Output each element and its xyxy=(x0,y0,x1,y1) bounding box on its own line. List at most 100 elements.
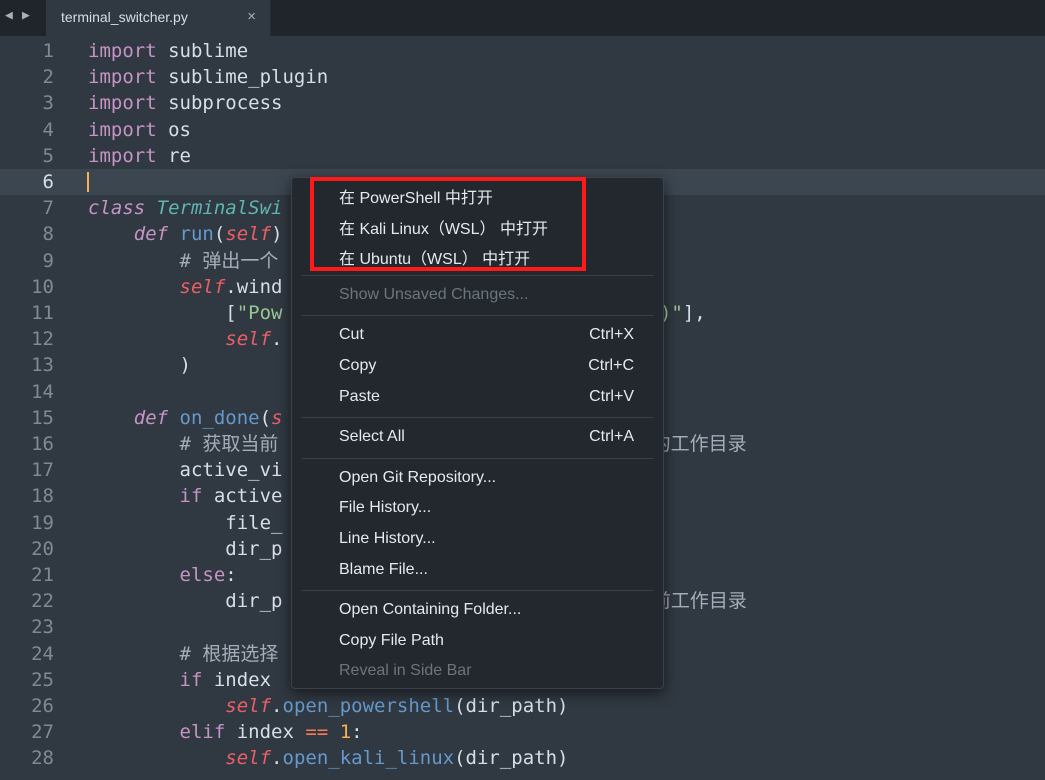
line-number: 6 xyxy=(42,171,54,193)
menu-item-select-all[interactable]: Select All Ctrl+A xyxy=(292,422,663,452)
code-token: self xyxy=(225,695,272,717)
code-token: class xyxy=(88,197,146,220)
tab-forward-icon[interactable]: ▶ xyxy=(22,8,30,24)
line-number: 3 xyxy=(42,92,54,115)
code-token: import xyxy=(88,92,157,115)
code-token: # 获取当前 xyxy=(179,433,279,455)
code-token: def xyxy=(133,223,169,246)
menu-item-paste[interactable]: Paste Ctrl+V xyxy=(292,382,663,412)
line-number: 22 xyxy=(31,590,54,613)
code-text: # 弹出一个 xyxy=(88,248,279,274)
close-icon[interactable]: × xyxy=(247,8,256,25)
code-line[interactable]: 1 import sublime xyxy=(0,38,1045,64)
code-line[interactable]: 28 self.open_kali_linux(dir_path) xyxy=(0,745,1045,771)
code-line[interactable]: 4 import os xyxy=(0,117,1045,143)
tab-back-icon[interactable]: ◀ xyxy=(5,8,13,24)
menu-item-file-history[interactable]: File History... xyxy=(292,493,663,523)
code-token: : xyxy=(351,721,363,744)
menu-item-label: Reveal in Side Bar xyxy=(339,662,472,680)
menu-item-copy-file-path[interactable]: Copy File Path xyxy=(292,626,663,656)
menu-item-open-containing-folder[interactable]: Open Containing Folder... xyxy=(292,595,663,625)
menu-separator xyxy=(302,590,653,592)
code-token: (dir_path) xyxy=(454,695,569,717)
code-token: import xyxy=(88,118,157,141)
line-number: 14 xyxy=(31,380,54,403)
code-token: dir_p xyxy=(88,590,283,613)
menu-item-show-unsaved-changes: Show Unsaved Changes... xyxy=(292,280,663,310)
line-number: 1 xyxy=(42,40,54,62)
menu-item-label: Copy xyxy=(339,357,377,374)
menu-item-shortcut: Ctrl+C xyxy=(588,357,634,374)
line-number: 23 xyxy=(31,616,54,639)
code-line[interactable]: 2 import sublime_plugin xyxy=(0,64,1045,90)
code-text: file_ xyxy=(88,510,282,536)
line-number: 17 xyxy=(31,459,54,482)
code-token: "Pow xyxy=(236,302,283,324)
text-cursor xyxy=(87,172,89,192)
code-token: (dir_path) xyxy=(454,747,569,770)
menu-item-copy[interactable]: Copy Ctrl+C xyxy=(292,351,663,381)
line-number: 11 xyxy=(31,302,54,324)
code-line[interactable]: 26 self.open_powershell(dir_path) xyxy=(0,693,1045,719)
code-token: self xyxy=(179,275,226,298)
code-token: self xyxy=(225,747,272,770)
code-text: self.wind xyxy=(88,274,283,300)
code-token: # 根据选择 xyxy=(179,642,279,665)
tab-terminal-switcher[interactable]: terminal_switcher.py × xyxy=(46,0,271,36)
line-number: 5 xyxy=(42,144,54,167)
line-number: 28 xyxy=(31,747,54,770)
line-number: 4 xyxy=(42,118,54,141)
menu-item-label: Cut xyxy=(339,326,364,344)
code-token: 1 xyxy=(339,721,352,744)
code-token: file_ xyxy=(88,511,283,534)
menu-item-cut[interactable]: Cut Ctrl+X xyxy=(292,320,663,350)
code-token: active xyxy=(202,485,283,508)
menu-item-blame-file[interactable]: Blame File... xyxy=(292,555,663,585)
code-token: os xyxy=(156,118,191,141)
menu-item-shortcut: Ctrl+V xyxy=(589,387,634,405)
code-token: ) xyxy=(88,354,191,377)
code-token: # 弹出一个 xyxy=(179,249,279,272)
code-text: # 根据选择 xyxy=(88,641,279,667)
code-text: self. xyxy=(88,326,282,352)
code-token: sublime_plugin xyxy=(156,66,329,89)
line-number: 24 xyxy=(31,642,54,665)
line-number: 18 xyxy=(31,485,54,508)
tab-title: terminal_switcher.py xyxy=(61,9,188,25)
code-line[interactable]: 5 import re xyxy=(0,143,1045,169)
code-text: def on_done(s xyxy=(88,405,283,431)
code-text: ) xyxy=(88,352,191,378)
line-number: 27 xyxy=(31,721,54,744)
code-token: : xyxy=(225,564,237,586)
code-token: ) xyxy=(271,223,283,246)
line-number: 15 xyxy=(31,406,54,429)
code-token: import xyxy=(88,66,157,89)
line-number: 13 xyxy=(31,354,54,377)
code-token: index xyxy=(202,668,272,691)
menu-item-label: Paste xyxy=(339,387,380,405)
code-line[interactable]: 27 elif index == 1: xyxy=(0,719,1045,745)
code-line[interactable]: 3 import subprocess xyxy=(0,90,1045,116)
line-number: 26 xyxy=(31,695,54,717)
code-token: sublime xyxy=(156,40,249,62)
code-text: if index xyxy=(88,667,272,693)
menu-item-label: File History... xyxy=(339,499,432,517)
menu-item-line-history[interactable]: Line History... xyxy=(292,524,663,554)
code-token: ( xyxy=(213,223,226,246)
code-token: self xyxy=(225,328,272,351)
line-number: 9 xyxy=(42,249,54,272)
code-token: s xyxy=(271,406,283,429)
line-number: 21 xyxy=(31,564,54,586)
code-text: import sublime_plugin xyxy=(88,64,328,90)
menu-item-open-git-repository[interactable]: Open Git Repository... xyxy=(292,463,663,493)
code-token: [ xyxy=(88,302,237,324)
menu-item-shortcut: Ctrl+X xyxy=(589,326,634,344)
